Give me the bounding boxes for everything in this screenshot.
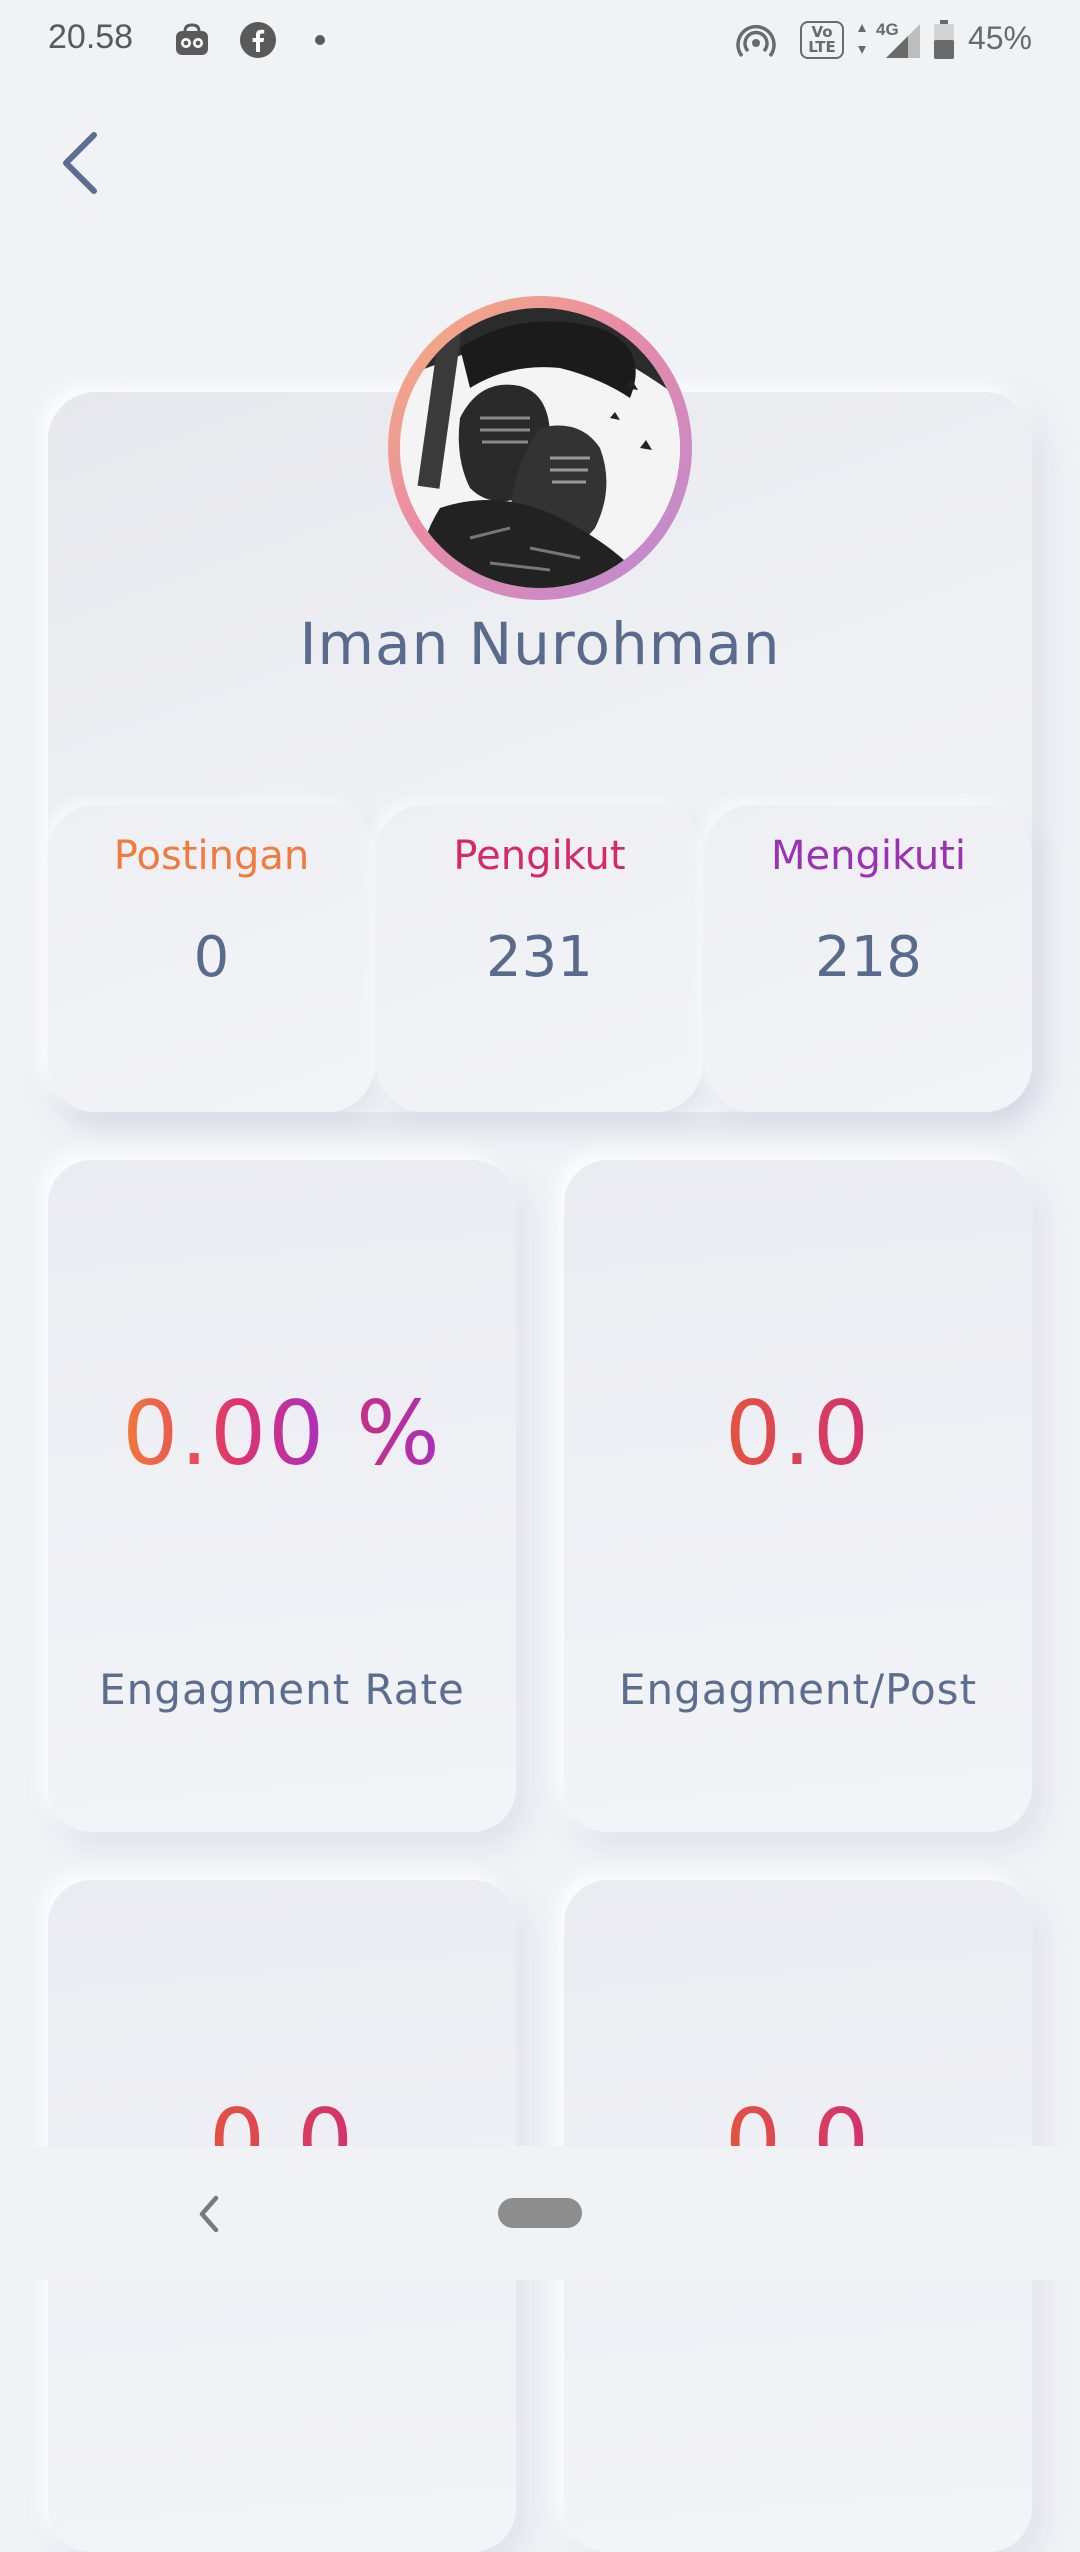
stat-label: Mengikuti	[770, 833, 967, 879]
engagement-rate-card[interactable]: 0.00 % Engagment Rate	[48, 1160, 516, 1832]
engagement-rate-value: 0.00 %	[122, 1382, 442, 1485]
signal-icon: 4G	[852, 20, 924, 60]
stat-followers[interactable]: Pengikut 231	[376, 805, 703, 1112]
profile-name: Iman Nurohman	[299, 610, 781, 678]
status-time: 20.58	[48, 18, 134, 56]
notification-app-icon	[172, 20, 212, 60]
stat-following[interactable]: Mengikuti 218	[705, 805, 1032, 1112]
hotspot-icon	[734, 20, 778, 60]
chevron-left-icon	[60, 131, 100, 199]
percent-unit: %	[356, 1382, 442, 1485]
stat-value: 0	[193, 925, 230, 990]
stat-label: Postingan	[113, 833, 310, 879]
stat-posts[interactable]: Postingan 0	[48, 805, 375, 1112]
stat-label: Pengikut	[453, 833, 626, 879]
back-button[interactable]	[40, 125, 120, 205]
dot-icon	[312, 20, 328, 60]
home-pill-icon[interactable]	[498, 2198, 582, 2228]
metric-label: Engagment Rate	[99, 1665, 465, 1714]
engagement-per-post-card[interactable]: 0.0 Engagment/Post	[564, 1160, 1032, 1832]
facebook-icon	[238, 20, 278, 60]
avatar-ring[interactable]	[388, 296, 692, 600]
battery-percent: 45%	[967, 20, 1032, 56]
back-nav-icon[interactable]	[186, 2186, 230, 2242]
status-bar: 20.58 Vo LTE 4G 45%	[0, 0, 1080, 84]
metric-label: Engagment/Post	[618, 1665, 978, 1714]
stat-value: 218	[815, 925, 922, 990]
battery-icon	[932, 20, 956, 60]
engagement-per-post-value: 0.0	[725, 1382, 871, 1485]
stat-value: 231	[486, 925, 593, 990]
navigation-bar	[0, 2146, 1080, 2280]
volte-icon: Vo LTE	[800, 20, 844, 60]
avatar	[400, 308, 680, 588]
